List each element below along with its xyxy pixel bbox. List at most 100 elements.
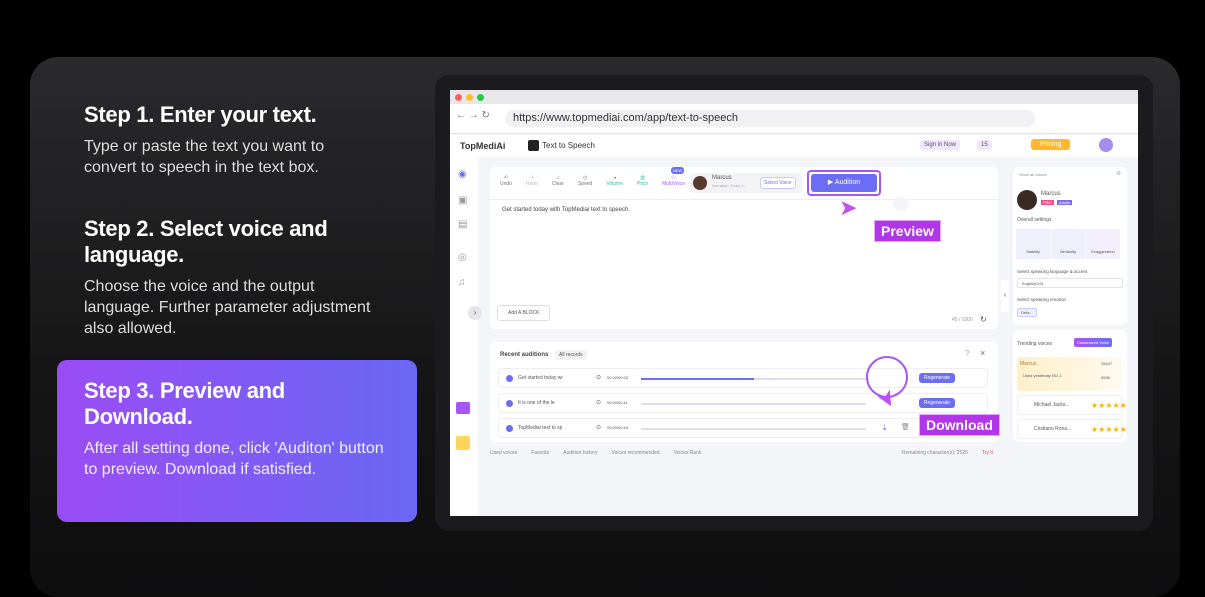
audition-button[interactable]: ▶ Audition xyxy=(811,174,877,192)
settings-tiles: Stability Similarity Exaggeration xyxy=(1016,229,1120,259)
voice-name: Marcus xyxy=(1041,191,1061,197)
play-icon[interactable]: ⊙ xyxy=(596,399,601,406)
multivoice-button[interactable]: ⚇ MultiVoice xyxy=(662,175,685,187)
step-title: Step 2. Select voice and language. xyxy=(84,216,328,267)
row-time: 00:00/00:18 xyxy=(607,425,629,430)
adults-badge: Adults xyxy=(1057,200,1073,205)
page-title: Text to Speech xyxy=(542,141,595,150)
customized-voice-button[interactable]: Customized Voice xyxy=(1074,338,1113,347)
recent-title: Recent auditions xyxy=(500,352,549,358)
music-icon[interactable]: ♫ xyxy=(458,277,466,288)
history-icon[interactable]: ◎ xyxy=(458,252,467,263)
play-icon[interactable]: ⊙ xyxy=(596,374,601,381)
voices-rank-link[interactable]: Voices Rank xyxy=(674,450,702,456)
trending-voice-1[interactable]: Marcus Used yesterday NO.1 25447 6536 xyxy=(1017,357,1122,391)
text-editor[interactable]: Get started today with TopMediai text to… xyxy=(502,207,630,213)
cursor-icon: ➤ xyxy=(839,195,858,220)
audition-row[interactable]: TopMediai text to sp ⊙ 00:00/00:18 ⤓ 🗑 xyxy=(498,418,988,438)
emotion-select[interactable]: Defa... xyxy=(1017,308,1037,317)
similarity-tile[interactable]: Similarity xyxy=(1051,229,1085,259)
audition-history-link[interactable]: Audition history xyxy=(563,450,597,456)
row-time: 00:00/00:11 xyxy=(607,400,628,405)
left-sidebar: ◉ ▣ ▤ ◎ ♫ xyxy=(450,157,478,516)
avatar[interactable] xyxy=(1099,138,1113,152)
select-voice-button[interactable]: Select Voice xyxy=(760,177,796,189)
close-icon[interactable]: × xyxy=(980,348,985,358)
used-voices-link[interactable]: Used voices xyxy=(490,450,517,456)
help-icon[interactable]: ? xyxy=(965,349,969,358)
favorite-link[interactable]: Favorite xyxy=(531,450,549,456)
footer-links: Used voices Favorite Audition history Vo… xyxy=(490,450,701,456)
new-badge: NEW xyxy=(671,167,685,174)
emotion-label: Select speaking emotion xyxy=(1017,297,1067,302)
speed-button[interactable]: ◷ Speed xyxy=(578,175,592,187)
regenerate-button[interactable]: Regenerate xyxy=(919,373,955,383)
editor-toolbar: ↶ Undo ↷ Redo ⌂ Clear ◷ Speed ◂ Volume ▥ Pitch… xyxy=(500,175,685,187)
maximize-dot[interactable] xyxy=(477,93,484,101)
download-icon[interactable]: ⤓ xyxy=(883,423,887,433)
volume-button[interactable]: ◂ Volume xyxy=(606,175,623,187)
files-icon[interactable]: ▣ xyxy=(458,195,467,206)
all-records-button[interactable]: All records xyxy=(555,350,587,360)
step-desc: Choose the voice and the output language… xyxy=(84,278,371,337)
download-callout: Download xyxy=(919,414,1000,436)
nav-arrows-icon[interactable]: ← → ↻ xyxy=(456,110,490,121)
overall-settings-label: Overall settings xyxy=(1017,217,1052,223)
trash-icon[interactable]: 🗑 xyxy=(901,423,910,431)
row-time: 00:02/00:03 xyxy=(607,375,629,380)
refresh-icon[interactable]: ↻ xyxy=(980,315,987,324)
doc-icon[interactable]: ▤ xyxy=(458,219,467,230)
minimize-dot[interactable] xyxy=(466,93,473,101)
step-desc: Type or paste the text you want to conve… xyxy=(84,138,325,176)
bulb-icon[interactable] xyxy=(456,436,470,450)
pro-badge: PRO xyxy=(1041,200,1054,205)
step-2: Step 2. Select voice and language. Choos… xyxy=(84,216,374,339)
audition-row[interactable]: It is one of the le ⊙ 00:00/00:11 Regene… xyxy=(498,393,988,413)
voice-avatar xyxy=(1017,190,1037,210)
audition-row[interactable]: Get started today wi ⊙ 00:02/00:03 Regen… xyxy=(498,368,988,388)
editor-card: ↶ Undo ↷ Redo ⌂ Clear ◷ Speed ◂ Volume ▥ Pitch… xyxy=(490,167,998,329)
step-title: Step 1. Enter your text. xyxy=(84,102,317,127)
voice-name: Marcus xyxy=(712,175,732,181)
close-dot[interactable] xyxy=(455,93,462,101)
pricing-button[interactable]: Pricing xyxy=(1031,139,1071,150)
progress-slider[interactable] xyxy=(641,403,866,405)
collapse-panel-button[interactable]: ‹ xyxy=(1001,280,1009,312)
voice-selector[interactable]: Marcus Narration, Deep v... Select Voice xyxy=(690,173,802,193)
tts-icon xyxy=(528,140,539,151)
home-icon[interactable]: ◉ xyxy=(458,169,467,180)
trending-voice-2[interactable]: Michael Jacks... ★★★★★ xyxy=(1017,395,1127,415)
close-icon[interactable]: ⊗ xyxy=(1116,170,1121,177)
logo[interactable]: TopMediAi xyxy=(460,141,505,151)
progress-slider[interactable] xyxy=(641,378,866,380)
voices-recommended-link[interactable]: Voices recommended xyxy=(611,450,659,456)
exaggeration-tile[interactable]: Exaggeration xyxy=(1086,229,1120,259)
progress-slider[interactable] xyxy=(641,428,866,430)
redo-button[interactable]: ↷ Redo xyxy=(526,175,538,187)
expand-sidebar-button[interactable]: › xyxy=(468,306,482,320)
coins-badge: 15 xyxy=(977,140,992,150)
undo-button[interactable]: ↶ Undo xyxy=(500,175,512,187)
row-text: Get started today wi xyxy=(518,375,563,381)
url-input[interactable]: https://www.topmediai.com/app/text-to-sp… xyxy=(505,110,1035,127)
sign-in-button[interactable]: Sign in Now xyxy=(920,140,961,150)
trending-voice-3[interactable]: Cristiano Rona... ★★★★★ xyxy=(1017,419,1127,439)
row-text: It is one of the le xyxy=(518,400,555,406)
play-icon[interactable]: ⊙ xyxy=(596,424,601,431)
chat-icon[interactable] xyxy=(456,402,470,414)
remaining-characters: Remaining character(s): 2525 xyxy=(902,450,968,456)
trending-panel: Trending voices Customized Voice Marcus … xyxy=(1013,330,1127,442)
pitch-button[interactable]: ▥ Pitch xyxy=(637,175,648,187)
regenerate-button[interactable]: Regenerate xyxy=(919,398,955,408)
try-it-link[interactable]: Try it xyxy=(982,450,993,456)
show-all-voices-link[interactable]: Show all voices xyxy=(1019,172,1047,177)
progress-fill xyxy=(641,378,754,380)
add-block-button[interactable]: Add A BLOCK xyxy=(497,305,551,321)
row-text: TopMediai text to sp xyxy=(518,425,563,431)
language-select[interactable]: English(US) xyxy=(1017,278,1123,288)
language-label: Select speaking language & accent xyxy=(1017,269,1088,274)
clear-button[interactable]: ⌂ Clear xyxy=(552,175,564,187)
voice-settings-panel: Show all voices ⊗ Marcus PRO Adults Over… xyxy=(1013,167,1127,325)
stability-tile[interactable]: Stability xyxy=(1016,229,1050,259)
app-header: TopMediAi Text to Speech Sign in Now 15 … xyxy=(450,135,1138,157)
